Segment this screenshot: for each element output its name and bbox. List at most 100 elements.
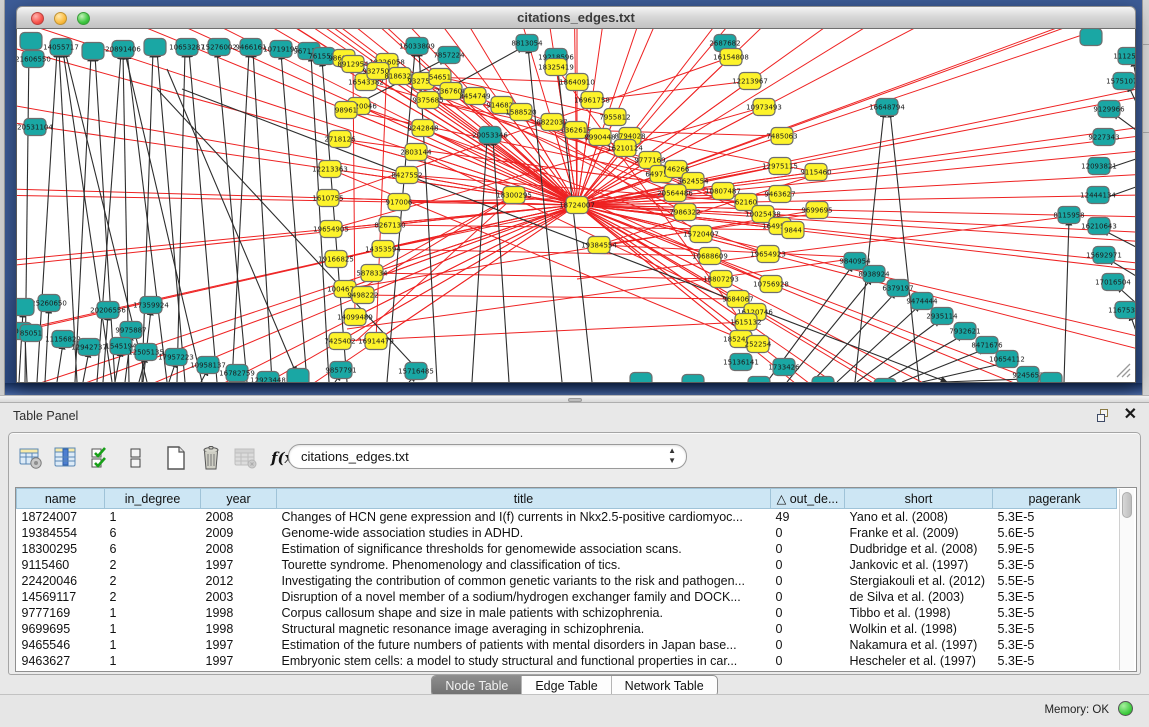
graph-node[interactable] [82,43,104,60]
graph-node[interactable]: 9463627 [764,186,795,203]
table-cell[interactable]: Stergiakouli et al. (2012) [845,573,993,589]
table-row[interactable]: 946362711997Embryonic stem cells: a mode… [17,653,1117,669]
table-cell[interactable]: Structural magnetic resonance image aver… [277,621,771,637]
graph-node[interactable]: 252254 [745,336,772,353]
table-cell[interactable]: 1 [105,653,201,669]
graph-node[interactable]: 2718126 [324,131,356,148]
scrollbar-thumb[interactable] [1122,492,1132,518]
close-panel-icon[interactable]: ✕ [1124,406,1137,424]
table-row[interactable]: 1456911722003Disruption of a novel membe… [17,589,1117,605]
column-header-short[interactable]: short [845,489,993,509]
table-cell[interactable]: 19384554 [17,525,105,541]
memory-status-indicator[interactable] [1118,701,1133,716]
table-cell[interactable]: 2008 [201,541,277,557]
table-row[interactable]: 969969511998Structural magnetic resonanc… [17,621,1117,637]
table-cell[interactable]: 1997 [201,557,277,573]
column-header-year[interactable]: year [201,489,277,509]
graph-node[interactable] [874,379,896,384]
graph-node[interactable]: 16210643 [1081,218,1117,235]
table-cell[interactable]: 2008 [201,509,277,525]
table-cell[interactable]: 22420046 [17,573,105,589]
graph-node[interactable]: 15136141 [723,354,759,371]
table-cell[interactable]: 9777169 [17,605,105,621]
graph-node[interactable]: 18640910 [559,74,595,91]
graph-node[interactable]: 9474444 [906,293,938,310]
table-cell[interactable]: 0 [771,637,845,653]
show-column-icon[interactable] [53,445,79,471]
table-cell[interactable]: 0 [771,621,845,637]
graph-node[interactable]: 9375685 [412,92,443,109]
graph-node[interactable]: 1615132 [730,314,761,331]
graph-node[interactable]: 9844 [782,222,804,239]
table-cell[interactable]: Franke et al. (2009) [845,525,993,541]
graph-node[interactable]: 25260650 [31,295,67,312]
column-header-out_de[interactable]: △ out_de... [771,489,845,509]
rows-icon[interactable] [123,445,149,471]
table-cell[interactable]: 5.3E-5 [993,605,1117,621]
graph-node[interactable]: 6379197 [882,280,913,297]
table-cell[interactable]: 0 [771,653,845,669]
table-row[interactable]: 2242004622012Investigating the contribut… [17,573,1117,589]
graph-node[interactable]: 20531104 [17,119,53,136]
table-cell[interactable]: 2 [105,573,201,589]
tab-edge-table[interactable]: Edge Table [521,676,610,696]
table-cell[interactable]: 1998 [201,605,277,621]
graph-node[interactable]: 10973493 [746,99,782,116]
graph-node[interactable]: 11675335 [1108,302,1136,319]
graph-node[interactable]: 12444134 [1080,187,1116,204]
column-header-name[interactable]: name [17,489,105,509]
graph-node[interactable] [17,299,34,316]
graph-node[interactable]: 2803144 [400,144,432,161]
table-cell[interactable]: 9463627 [17,653,105,669]
graph-node[interactable]: 1112540 [1113,48,1136,65]
graph-node[interactable] [812,377,834,384]
column-header-title[interactable]: title [277,489,771,509]
column-header-in_degree[interactable]: in_degree [105,489,201,509]
graph-node[interactable]: 16648794 [869,99,905,116]
table-cell[interactable]: Embryonic stem cells: a model to study s… [277,653,771,669]
tab-network-table[interactable]: Network Table [611,676,717,696]
graph-node[interactable]: 1588520 [505,104,536,121]
graph-node[interactable]: 9990448 [584,129,615,146]
table-cell[interactable]: 1998 [201,621,277,637]
table-cell[interactable]: 18300295 [17,541,105,557]
table-cell[interactable]: Wolkin et al. (1998) [845,621,993,637]
graph-node[interactable]: 9129966 [1093,101,1125,118]
table-row[interactable]: 977716911998Corpus callosum shape and si… [17,605,1117,621]
column-header-pagerank[interactable]: pagerank [993,489,1117,509]
table-cell[interactable]: 5.6E-5 [993,525,1117,541]
table-cell[interactable]: 0 [771,605,845,621]
graph-node[interactable]: 7932621 [949,323,980,340]
table-cell[interactable]: 9465546 [17,637,105,653]
table-cell[interactable]: 2 [105,589,201,605]
graph-node[interactable]: 20053346 [472,127,508,144]
graph-node[interactable]: 15716485 [398,363,434,380]
table-cell[interactable]: Changes of HCN gene expression and I(f) … [277,509,771,525]
table-cell[interactable]: Dudbridge et al. (2008) [845,541,993,557]
graph-node[interactable]: 9245652 [1012,367,1043,384]
graph-node[interactable]: 98961 [335,102,357,119]
horizontal-splitter[interactable] [0,395,1149,403]
graph-node[interactable]: 7425402 [324,333,355,350]
network-canvas[interactable]: 1405571720891406106532871527600294661611… [16,29,1136,383]
graph-node[interactable]: 21606550 [17,51,51,68]
graph-node[interactable]: 8267130 [374,217,405,234]
table-cell[interactable]: Investigating the contribution of common… [277,573,771,589]
graph-node[interactable]: 19654905 [313,221,349,238]
graph-node[interactable]: 19384554 [581,237,617,254]
table-cell[interactable]: 1 [105,637,201,653]
select-attributes-icon[interactable] [88,445,114,471]
graph-node[interactable]: 9498222 [347,287,378,304]
table-cell[interactable]: Estimation of the future numbers of pati… [277,637,771,653]
table-row[interactable]: 1830029562008Estimation of significance … [17,541,1117,557]
table-cell[interactable]: 2 [105,557,201,573]
graph-node[interactable]: 16961758 [574,92,610,109]
table-cell[interactable]: 1997 [201,653,277,669]
graph-node[interactable]: 19654923 [750,246,786,263]
table-row[interactable]: 1872400712008Changes of HCN gene express… [17,509,1117,525]
table-cell[interactable]: 49 [771,509,845,525]
graph-node[interactable]: 9699695 [801,202,832,219]
new-table-icon[interactable] [163,445,189,471]
graph-node[interactable] [144,39,166,56]
table-cell[interactable]: Jankovic et al. (1997) [845,557,993,573]
